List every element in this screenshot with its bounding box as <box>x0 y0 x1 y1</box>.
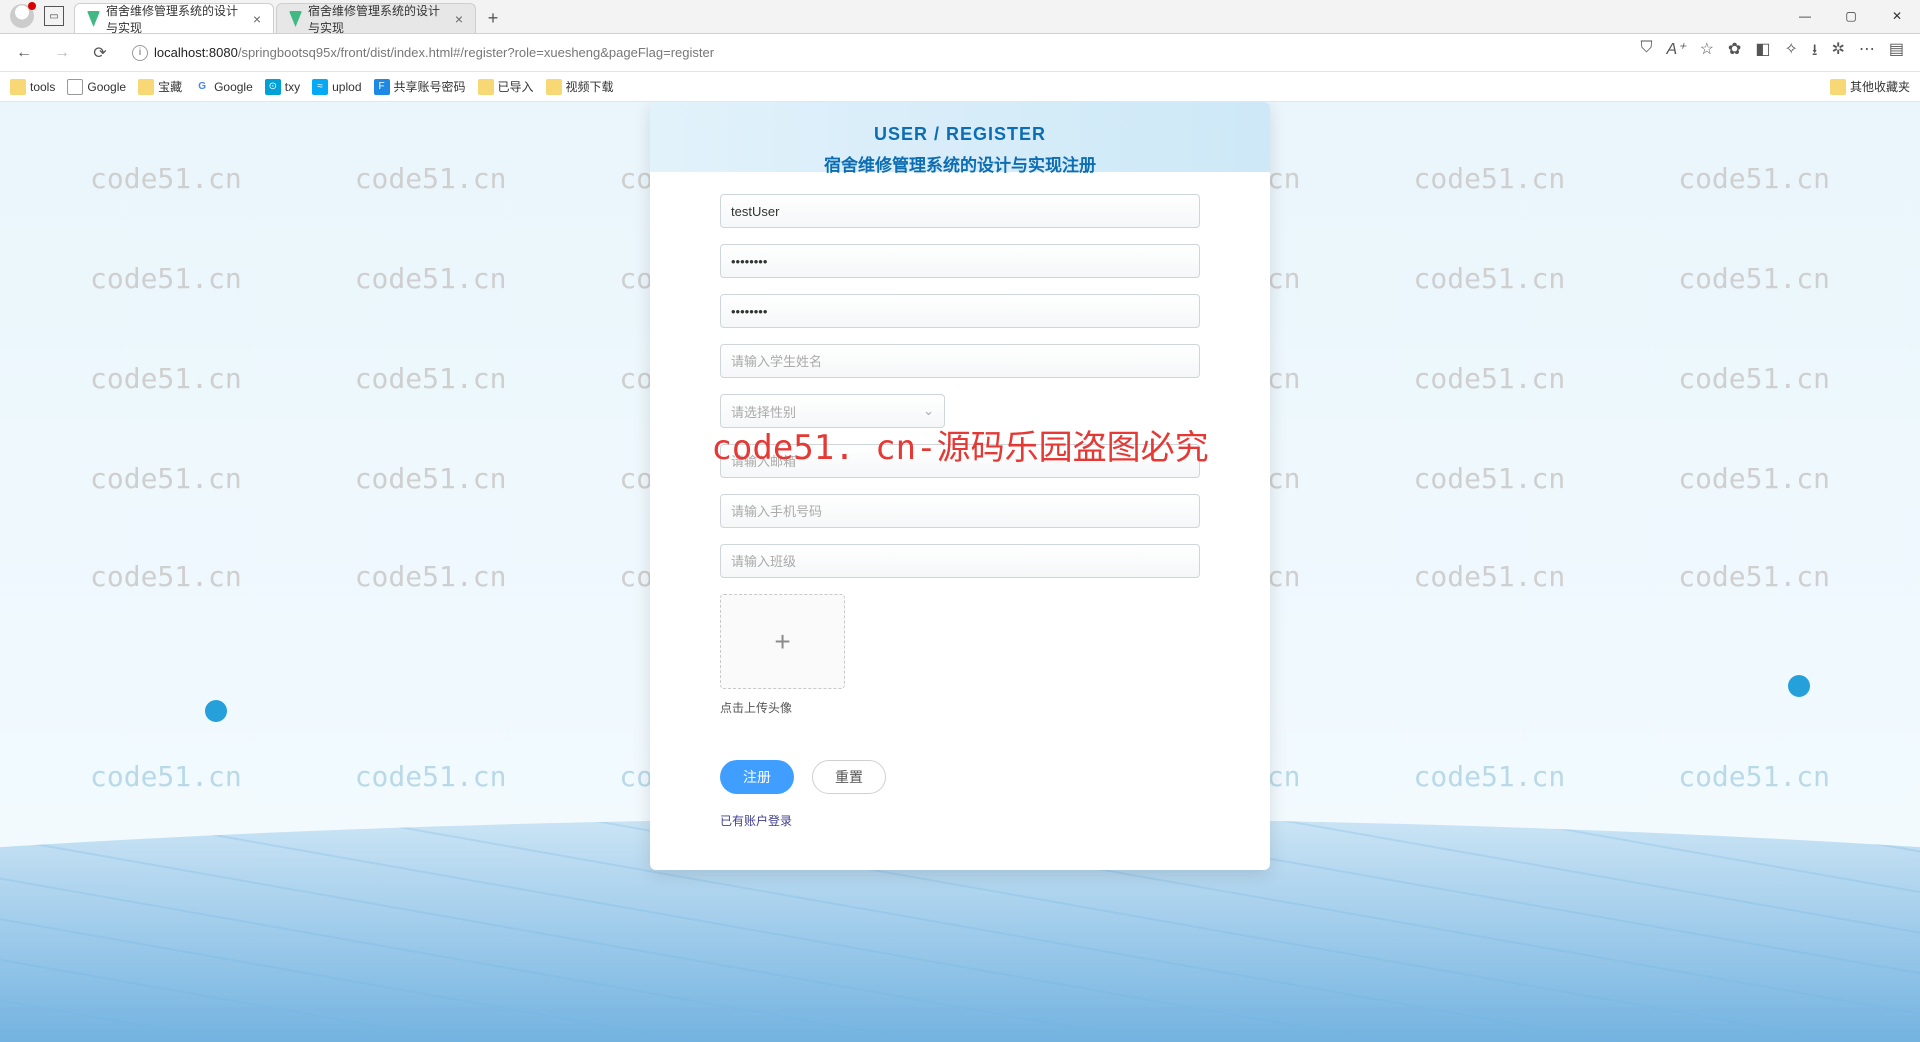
card-title-cn: 宿舍维修管理系统的设计与实现注册 <box>650 151 1270 176</box>
register-form: 请选择性别 ⌄ + 点击上传头像 注册 重置 已有账户登录 <box>650 194 1270 830</box>
more-icon[interactable]: ⋯ <box>1859 39 1875 66</box>
gender-select[interactable]: 请选择性别 ⌄ <box>720 394 945 428</box>
url-host: localhost:8080 <box>154 45 238 60</box>
google-icon: G <box>194 79 210 95</box>
chevron-down-icon: ⌄ <box>923 403 934 419</box>
folder-icon <box>478 79 494 95</box>
bm-google2[interactable]: GGoogle <box>194 79 253 95</box>
address-bar: ← → ⟳ i localhost:8080 /springbootsq95x/… <box>0 34 1920 72</box>
login-link[interactable]: 已有账户登录 <box>720 812 792 829</box>
downloads-icon[interactable]: ⭳ <box>1812 39 1818 66</box>
vue-favicon-icon <box>87 11 100 27</box>
username-input[interactable] <box>720 194 1200 228</box>
favorite-icon[interactable]: ☆ <box>1700 39 1714 66</box>
read-aloud-icon[interactable]: A⁺ <box>1666 39 1685 66</box>
globe-icon <box>67 79 83 95</box>
workspace-icon[interactable]: ▭ <box>44 6 64 26</box>
new-tab-button[interactable]: + <box>478 3 508 33</box>
browser-titlebar: ▭ 宿舍维修管理系统的设计与实现 × 宿舍维修管理系统的设计与实现 × + — … <box>0 0 1920 34</box>
sidebar-icon[interactable]: ▤ <box>1889 39 1904 66</box>
maximize-button[interactable]: ▢ <box>1828 0 1874 33</box>
email-input[interactable] <box>720 444 1200 478</box>
close-tab-icon[interactable]: × <box>455 11 463 27</box>
close-window-button[interactable]: ✕ <box>1874 0 1920 33</box>
bm-overflow[interactable]: 其他收藏夹 <box>1830 78 1910 95</box>
share-icon: F <box>374 79 390 95</box>
folder-icon <box>10 79 26 95</box>
url-path: /springbootsq95x/front/dist/index.html#/… <box>238 45 714 60</box>
bookmarks-bar: tools Google 宝藏 GGoogle ⊙txy ≈uplod F共享账… <box>0 72 1920 102</box>
tab-title: 宿舍维修管理系统的设计与实现 <box>308 2 445 36</box>
bm-baozang[interactable]: 宝藏 <box>138 78 182 95</box>
tab-title: 宿舍维修管理系统的设计与实现 <box>106 2 243 36</box>
bm-video[interactable]: 视频下载 <box>546 78 614 95</box>
browser-tab[interactable]: 宿舍维修管理系统的设计与实现 × <box>276 3 476 33</box>
page-viewport: code51.cncode51.cncode51.cncode51.cncode… <box>0 102 1920 1042</box>
password-input[interactable] <box>720 244 1200 278</box>
folder-icon <box>1830 79 1846 95</box>
folder-icon <box>546 79 562 95</box>
minimize-button[interactable]: — <box>1782 0 1828 33</box>
avatar-upload-label: 点击上传头像 <box>720 699 1200 716</box>
profile-avatar-icon[interactable] <box>10 4 34 28</box>
url-input[interactable]: i localhost:8080 /springbootsq95x/front/… <box>124 39 1624 67</box>
bm-import[interactable]: 已导入 <box>478 78 534 95</box>
split-icon[interactable]: ◧ <box>1755 39 1770 66</box>
bm-uplod[interactable]: ≈uplod <box>312 79 361 95</box>
avatar-upload[interactable]: + <box>720 594 845 689</box>
bm-share[interactable]: F共享账号密码 <box>374 78 466 95</box>
class-input[interactable] <box>720 544 1200 578</box>
bm-tools[interactable]: tools <box>10 79 55 95</box>
student-name-input[interactable] <box>720 344 1200 378</box>
phone-input[interactable] <box>720 494 1200 528</box>
password2-input[interactable] <box>720 294 1200 328</box>
register-card: USER / REGISTER 宿舍维修管理系统的设计与实现注册 请选择性别 ⌄… <box>650 102 1270 870</box>
site-info-icon[interactable]: i <box>132 45 148 61</box>
tracking-icon[interactable]: ⛉ <box>1640 39 1652 66</box>
browser-tab-active[interactable]: 宿舍维修管理系统的设计与实现 × <box>74 3 274 33</box>
reset-button[interactable]: 重置 <box>812 760 886 794</box>
collections-icon[interactable]: ✧ <box>1784 39 1797 66</box>
upload-icon: ≈ <box>312 79 328 95</box>
bm-google[interactable]: Google <box>67 79 126 95</box>
bm-txy[interactable]: ⊙txy <box>265 79 300 95</box>
vue-favicon-icon <box>289 11 302 27</box>
account-icon[interactable]: ✲ <box>1831 39 1844 66</box>
forward-button[interactable]: → <box>48 39 76 67</box>
refresh-button[interactable]: ⟳ <box>86 39 114 67</box>
decor-dot-icon <box>205 700 227 722</box>
gender-placeholder: 请选择性别 <box>731 402 796 421</box>
decor-dot-icon <box>1788 675 1810 697</box>
close-tab-icon[interactable]: × <box>253 11 261 27</box>
plus-icon: + <box>774 626 790 658</box>
folder-icon <box>138 79 154 95</box>
back-button[interactable]: ← <box>10 39 38 67</box>
extensions-icon[interactable]: ✿ <box>1728 39 1741 66</box>
card-title-en: USER / REGISTER <box>650 124 1270 145</box>
submit-button[interactable]: 注册 <box>720 760 794 794</box>
txy-icon: ⊙ <box>265 79 281 95</box>
